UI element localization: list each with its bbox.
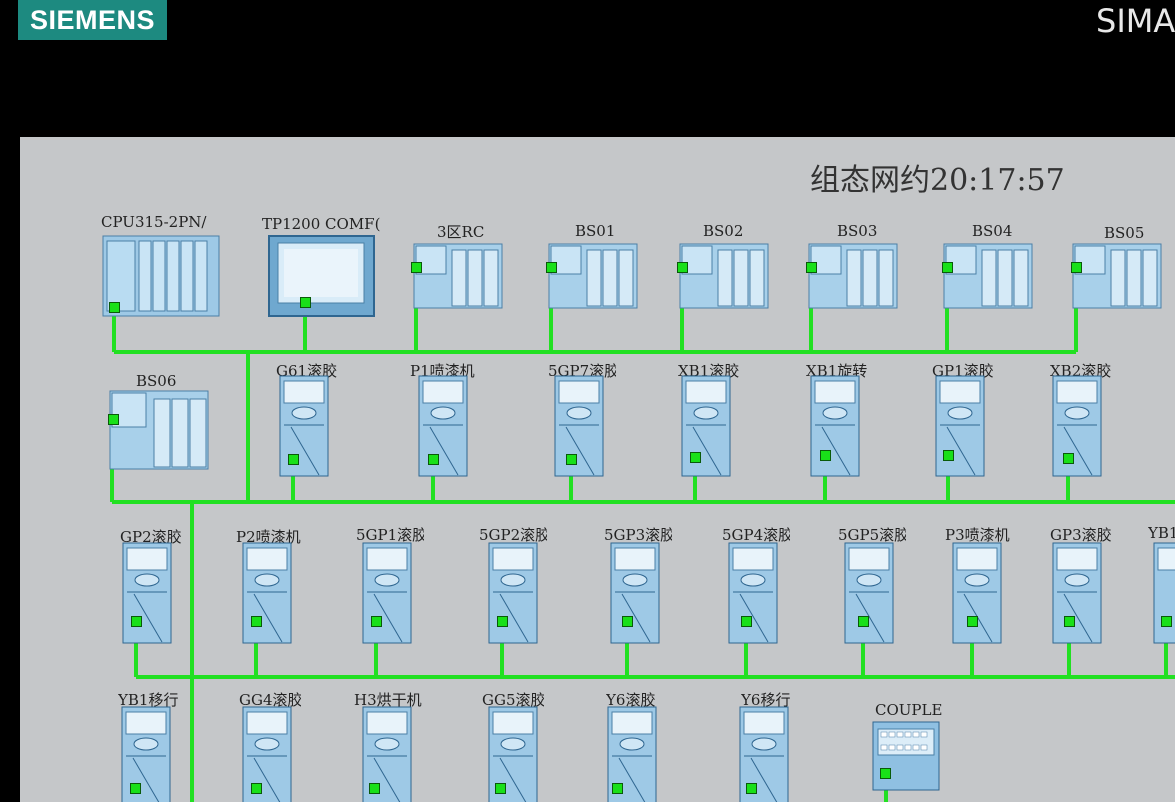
network-port[interactable]: [495, 783, 506, 794]
network-port[interactable]: [622, 616, 633, 627]
network-port[interactable]: [1161, 616, 1172, 627]
network-port[interactable]: [1063, 453, 1074, 464]
drive-device[interactable]: [121, 706, 171, 802]
device-label: BS06: [136, 372, 176, 390]
device-label: YB1: [1148, 524, 1175, 542]
network-port[interactable]: [566, 454, 577, 465]
network-port[interactable]: [942, 262, 953, 273]
network-port[interactable]: [677, 262, 688, 273]
drive-device[interactable]: [488, 542, 538, 644]
drive-device[interactable]: [810, 375, 860, 477]
drive-device[interactable]: [242, 542, 292, 644]
network-port[interactable]: [369, 783, 380, 794]
device-label: CPU315-2PN/: [101, 213, 207, 231]
io-module-device[interactable]: [547, 242, 639, 310]
network-port[interactable]: [300, 297, 311, 308]
drive-device[interactable]: [122, 542, 172, 644]
network-port[interactable]: [371, 616, 382, 627]
io-module-device[interactable]: [678, 242, 770, 310]
device-label: TP1200 COMF(: [262, 215, 381, 233]
network-port[interactable]: [130, 783, 141, 794]
screen-title-clock: 组态网约20:17:57: [810, 163, 1065, 198]
device-label: BS01: [575, 222, 615, 240]
network-port[interactable]: [131, 616, 142, 627]
drive-device[interactable]: [952, 542, 1002, 644]
drive-device[interactable]: [554, 375, 604, 477]
network-port[interactable]: [806, 262, 817, 273]
drive-device[interactable]: [1052, 375, 1102, 477]
network-port[interactable]: [288, 454, 299, 465]
network-port[interactable]: [858, 616, 869, 627]
network-port[interactable]: [880, 768, 891, 779]
drive-device[interactable]: [279, 375, 329, 477]
network-port[interactable]: [546, 262, 557, 273]
network-port[interactable]: [411, 262, 422, 273]
drive-device[interactable]: [935, 375, 985, 477]
device-label: COUPLE: [875, 701, 943, 719]
hmi-screen: 组态网约20:17:57 CPU315-2PN/ TP1200 COMF( 3区…: [20, 137, 1175, 802]
device-label: BS02: [703, 222, 743, 240]
drive-device[interactable]: [681, 375, 731, 477]
brand-text: SIMA: [1096, 2, 1175, 40]
io-module-device[interactable]: [412, 242, 504, 310]
drive-device[interactable]: [362, 542, 412, 644]
drive-device[interactable]: [1052, 542, 1102, 644]
network-port[interactable]: [428, 454, 439, 465]
drive-device[interactable]: [1153, 542, 1175, 644]
io-module-device[interactable]: [942, 242, 1034, 310]
drive-device[interactable]: [418, 375, 468, 477]
top-bar: SIEMENS SIMA: [0, 0, 1175, 137]
io-module-device[interactable]: [807, 242, 899, 310]
device-label: 3区RC: [437, 223, 485, 241]
coupler-device[interactable]: [872, 721, 940, 791]
device-label: BS04: [972, 222, 1012, 240]
network-port[interactable]: [251, 616, 262, 627]
device-label: BS03: [837, 222, 877, 240]
network-port[interactable]: [746, 783, 757, 794]
device-label: BS05: [1104, 224, 1144, 242]
hmi-panel-device[interactable]: [268, 235, 375, 317]
network-port[interactable]: [497, 616, 508, 627]
network-port[interactable]: [943, 450, 954, 461]
network-port[interactable]: [1071, 262, 1082, 273]
network-port[interactable]: [612, 783, 623, 794]
network-port[interactable]: [820, 450, 831, 461]
network-port[interactable]: [251, 783, 262, 794]
io-module-device[interactable]: [1071, 242, 1163, 310]
drive-device[interactable]: [242, 706, 292, 802]
network-port[interactable]: [109, 302, 120, 313]
siemens-logo: SIEMENS: [18, 0, 167, 40]
network-port[interactable]: [967, 616, 978, 627]
network-port[interactable]: [108, 414, 119, 425]
network-port[interactable]: [690, 452, 701, 463]
drive-device[interactable]: [610, 542, 660, 644]
network-port[interactable]: [741, 616, 752, 627]
io-module-device[interactable]: [108, 389, 210, 471]
drive-device[interactable]: [728, 542, 778, 644]
network-port[interactable]: [1064, 616, 1075, 627]
drive-device[interactable]: [844, 542, 894, 644]
